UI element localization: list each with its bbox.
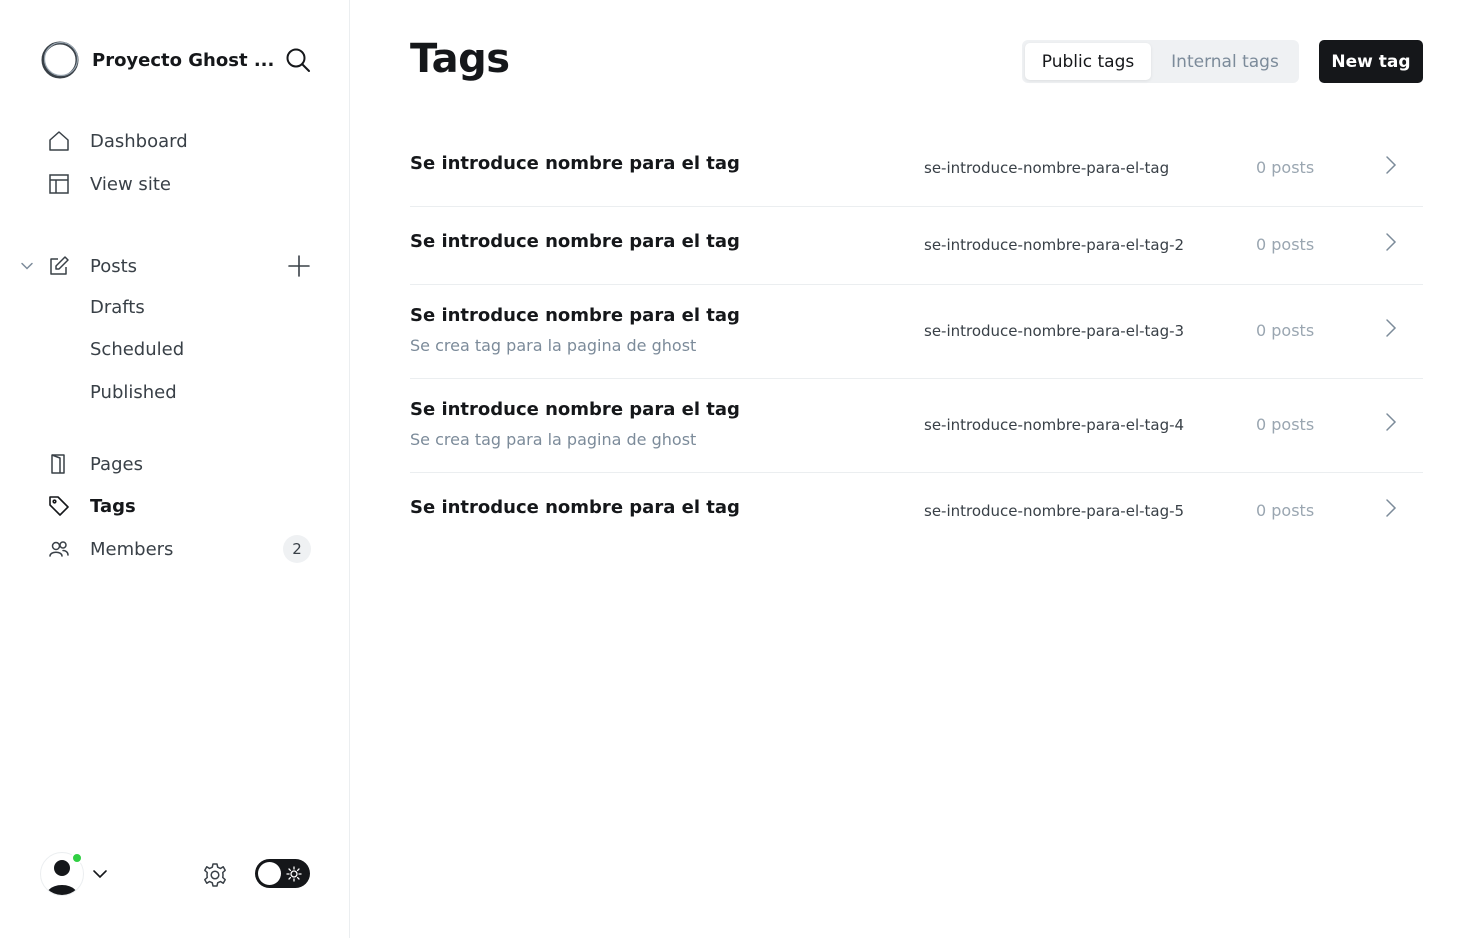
online-status-dot bbox=[71, 852, 83, 864]
tag-row[interactable]: Se introduce nombre para el tag se-intro… bbox=[410, 207, 1423, 285]
gear-icon[interactable] bbox=[201, 861, 229, 889]
site-header: Proyecto Ghost ... bbox=[40, 40, 312, 80]
tab-public-tags[interactable]: Public tags bbox=[1025, 43, 1151, 80]
chevron-right-icon bbox=[1382, 316, 1400, 340]
nav-tags[interactable]: Tags bbox=[0, 486, 350, 526]
users-icon bbox=[47, 537, 71, 561]
new-tag-button[interactable]: New tag bbox=[1319, 40, 1423, 83]
tag-description: Se crea tag para la pagina de ghost bbox=[410, 336, 697, 355]
tag-row[interactable]: Se introduce nombre para el tag se-intro… bbox=[410, 473, 1423, 551]
tag-icon bbox=[47, 494, 71, 518]
members-count-badge: 2 bbox=[283, 535, 311, 563]
theme-toggle-knob bbox=[258, 862, 281, 885]
sun-icon bbox=[285, 865, 303, 883]
nav-drafts[interactable]: Drafts bbox=[90, 297, 145, 318]
tag-post-count[interactable]: 0 posts bbox=[1256, 235, 1314, 254]
tag-post-count[interactable]: 0 posts bbox=[1256, 158, 1314, 177]
sidebar: Proyecto Ghost ... Dashboard View site P… bbox=[0, 0, 350, 938]
chevron-right-icon bbox=[1382, 496, 1400, 520]
tag-name: Se introduce nombre para el tag bbox=[410, 231, 740, 252]
nav-view-site[interactable]: View site bbox=[0, 164, 350, 204]
nav-published[interactable]: Published bbox=[90, 382, 177, 403]
tag-row[interactable]: Se introduce nombre para el tag se-intro… bbox=[410, 129, 1423, 207]
nav-members-label: Members bbox=[90, 538, 174, 560]
tag-name: Se introduce nombre para el tag bbox=[410, 305, 740, 326]
tag-post-count[interactable]: 0 posts bbox=[1256, 501, 1314, 520]
tag-slug: se-introduce-nombre-para-el-tag-4 bbox=[924, 416, 1185, 434]
tag-type-switcher: Public tags Internal tags bbox=[1022, 40, 1299, 83]
page-title: Tags bbox=[410, 36, 510, 82]
nav-tags-label: Tags bbox=[90, 495, 136, 517]
nav-dashboard-label: Dashboard bbox=[90, 130, 188, 152]
tag-description: Se crea tag para la pagina de ghost bbox=[410, 430, 697, 449]
tag-slug: se-introduce-nombre-para-el-tag-2 bbox=[924, 236, 1185, 254]
tab-internal-tags[interactable]: Internal tags bbox=[1154, 43, 1296, 80]
chevron-right-icon bbox=[1382, 410, 1400, 434]
layout-icon bbox=[47, 172, 71, 196]
nav-posts-label: Posts bbox=[90, 255, 138, 277]
nav-dashboard[interactable]: Dashboard bbox=[0, 121, 350, 161]
chevron-down-icon[interactable] bbox=[90, 864, 110, 884]
sidebar-footer bbox=[40, 852, 312, 896]
tag-post-count[interactable]: 0 posts bbox=[1256, 321, 1314, 340]
tag-name: Se introduce nombre para el tag bbox=[410, 153, 740, 174]
nav-scheduled[interactable]: Scheduled bbox=[90, 339, 184, 360]
chevron-right-icon bbox=[1382, 230, 1400, 254]
tag-name: Se introduce nombre para el tag bbox=[410, 497, 740, 518]
nav-view-site-label: View site bbox=[90, 173, 171, 195]
tag-name: Se introduce nombre para el tag bbox=[410, 399, 740, 420]
page-icon bbox=[47, 452, 71, 476]
tag-slug: se-introduce-nombre-para-el-tag-3 bbox=[924, 322, 1185, 340]
chevron-right-icon bbox=[1382, 153, 1400, 177]
edit-icon bbox=[47, 254, 71, 278]
tag-row[interactable]: Se introduce nombre para el tag Se crea … bbox=[410, 285, 1423, 379]
tag-slug: se-introduce-nombre-para-el-tag-5 bbox=[924, 502, 1185, 520]
tag-row[interactable]: Se introduce nombre para el tag Se crea … bbox=[410, 379, 1423, 473]
nav-pages-label: Pages bbox=[90, 453, 143, 475]
nav-pages[interactable]: Pages bbox=[0, 444, 350, 484]
search-icon[interactable] bbox=[284, 46, 312, 74]
tag-post-count[interactable]: 0 posts bbox=[1256, 415, 1314, 434]
theme-toggle[interactable] bbox=[255, 859, 310, 888]
tag-slug: se-introduce-nombre-para-el-tag bbox=[924, 159, 1170, 177]
site-logo[interactable] bbox=[40, 40, 80, 80]
add-post-icon[interactable] bbox=[286, 253, 312, 279]
home-icon bbox=[47, 129, 71, 153]
nav-members[interactable]: Members 2 bbox=[0, 529, 350, 569]
site-title[interactable]: Proyecto Ghost ... bbox=[92, 50, 274, 71]
